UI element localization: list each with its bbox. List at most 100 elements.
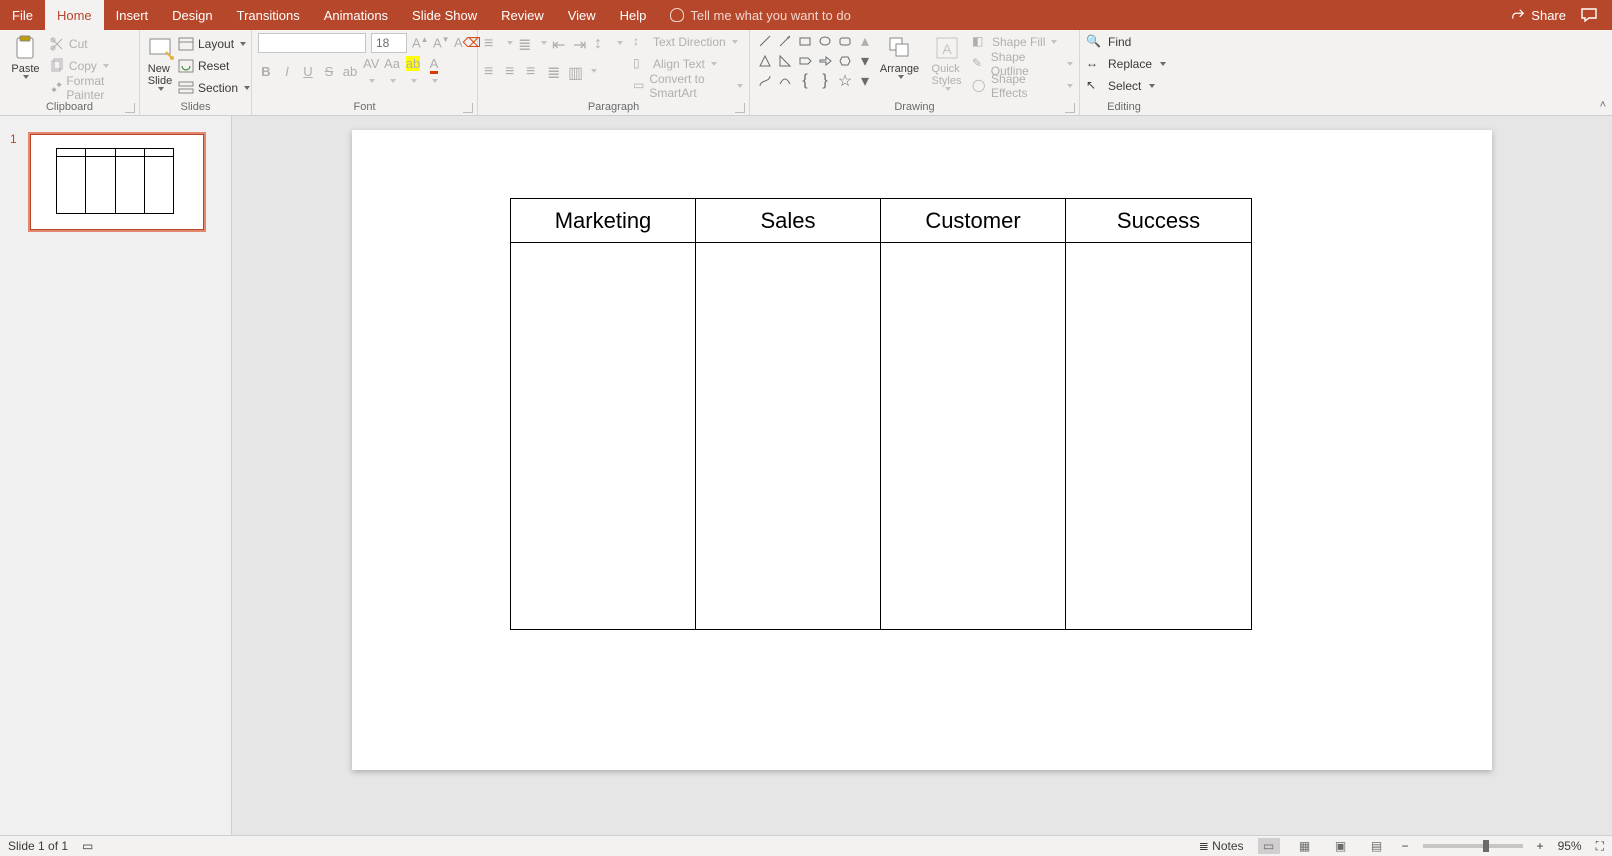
shape-rtriangle-icon[interactable] <box>776 52 794 70</box>
bullets-icon[interactable]: ≡ <box>484 35 500 51</box>
align-text-button[interactable]: ▯Align Text <box>633 54 743 74</box>
comments-icon[interactable] <box>1580 6 1598 24</box>
increase-font-icon[interactable]: A▲ <box>412 35 428 50</box>
paste-button[interactable]: Paste <box>6 32 45 98</box>
shape-roundrect-icon[interactable] <box>836 32 854 50</box>
shapes-gallery[interactable]: ▴ ▾ { } ☆ ▾ <box>756 32 874 90</box>
shape-arrow-icon[interactable] <box>816 52 834 70</box>
shape-brace-right-icon[interactable]: } <box>816 72 834 90</box>
layout-button[interactable]: Layout <box>178 34 250 54</box>
sorter-view-icon[interactable]: ▦ <box>1294 838 1316 854</box>
highlight-button[interactable]: ab <box>405 56 421 86</box>
table-header-cell[interactable]: Customer <box>881 199 1066 243</box>
slide-table[interactable]: Marketing Sales Customer Success <box>510 198 1252 630</box>
shape-curve-icon[interactable] <box>776 72 794 90</box>
decrease-font-icon[interactable]: A▼ <box>433 35 449 50</box>
shape-line-icon[interactable] <box>756 32 774 50</box>
collapse-ribbon-icon[interactable]: ˄ <box>1600 99 1606 111</box>
align-left-icon[interactable]: ≡ <box>484 63 500 79</box>
shape-connector-icon[interactable] <box>756 72 774 90</box>
shape-pentagon-icon[interactable] <box>796 52 814 70</box>
shape-hexagon-icon[interactable] <box>836 52 854 70</box>
clear-formatting-icon[interactable]: A⌫ <box>454 35 470 51</box>
zoom-out-button[interactable]: − <box>1402 839 1409 853</box>
line-spacing-icon[interactable]: ↕ <box>594 35 610 51</box>
arrange-button[interactable]: Arrange <box>878 32 921 98</box>
smartart-button[interactable]: ▭Convert to SmartArt <box>633 76 743 96</box>
find-button[interactable]: 🔍Find <box>1086 32 1166 52</box>
italic-button[interactable]: I <box>279 64 295 79</box>
numbering-icon[interactable]: ≣ <box>518 35 534 51</box>
new-slide-button[interactable]: New Slide <box>146 32 174 98</box>
gallery-up-icon[interactable]: ▴ <box>856 32 874 50</box>
select-button[interactable]: ↖Select <box>1086 76 1166 96</box>
shape-triangle-icon[interactable] <box>756 52 774 70</box>
strikethrough-button[interactable]: S <box>321 64 337 79</box>
slide-canvas-area[interactable]: Marketing Sales Customer Success <box>232 116 1612 835</box>
dialog-launcher-icon[interactable] <box>125 103 135 113</box>
tab-insert[interactable]: Insert <box>104 0 161 30</box>
shape-brace-left-icon[interactable]: { <box>796 72 814 90</box>
tab-home[interactable]: Home <box>45 0 104 30</box>
columns-icon[interactable]: ▥ <box>568 63 584 79</box>
increase-indent-icon[interactable]: ⇥ <box>573 35 589 51</box>
tell-me[interactable] <box>658 0 942 30</box>
share-button[interactable]: Share <box>1511 8 1566 23</box>
tab-transitions[interactable]: Transitions <box>225 0 312 30</box>
bold-button[interactable]: B <box>258 64 274 79</box>
table-header-cell[interactable]: Success <box>1066 199 1251 243</box>
slide[interactable]: Marketing Sales Customer Success <box>352 130 1492 770</box>
text-shadow-button[interactable]: ab <box>342 64 358 79</box>
dialog-launcher-icon[interactable] <box>735 103 745 113</box>
tell-me-input[interactable] <box>690 8 930 23</box>
reading-view-icon[interactable]: ▣ <box>1330 838 1352 854</box>
font-size-input[interactable] <box>371 33 407 53</box>
shape-arrowline-icon[interactable] <box>776 32 794 50</box>
change-case-button[interactable]: Aa <box>384 56 400 86</box>
shape-effects-button[interactable]: ◯Shape Effects <box>972 76 1073 96</box>
zoom-percent[interactable]: 95% <box>1558 839 1582 853</box>
replace-button[interactable]: ↔Replace <box>1086 54 1166 74</box>
tab-file[interactable]: File <box>0 0 45 30</box>
fit-window-icon[interactable]: ⛶ <box>1596 839 1604 854</box>
zoom-in-button[interactable]: + <box>1537 839 1544 853</box>
shape-star-icon[interactable]: ☆ <box>836 72 854 90</box>
align-right-icon[interactable]: ≡ <box>526 63 542 79</box>
tab-review[interactable]: Review <box>489 0 556 30</box>
table-body-cell[interactable] <box>1066 243 1251 629</box>
zoom-slider[interactable] <box>1423 844 1523 848</box>
tab-design[interactable]: Design <box>160 0 224 30</box>
gallery-down-icon[interactable]: ▾ <box>856 52 874 70</box>
table-body-cell[interactable] <box>881 243 1066 629</box>
table-body-cell[interactable] <box>511 243 696 629</box>
spellcheck-icon[interactable]: ▭ <box>82 839 93 853</box>
tab-help[interactable]: Help <box>608 0 659 30</box>
decrease-indent-icon[interactable]: ⇤ <box>552 35 568 51</box>
tab-view[interactable]: View <box>556 0 608 30</box>
section-button[interactable]: Section <box>178 78 250 98</box>
underline-button[interactable]: U <box>300 64 316 79</box>
slideshow-view-icon[interactable]: ▤ <box>1366 838 1388 854</box>
font-name-input[interactable] <box>258 33 366 53</box>
dialog-launcher-icon[interactable] <box>1065 103 1075 113</box>
format-painter-button[interactable]: Format Painter <box>49 78 133 98</box>
gallery-more-icon[interactable]: ▾ <box>856 72 874 90</box>
table-header-cell[interactable]: Marketing <box>511 199 696 243</box>
cut-button[interactable]: Cut <box>49 34 133 54</box>
table-body-cell[interactable] <box>696 243 881 629</box>
justify-icon[interactable]: ≣ <box>547 63 563 79</box>
shape-oval-icon[interactable] <box>816 32 834 50</box>
tab-animations[interactable]: Animations <box>312 0 400 30</box>
align-center-icon[interactable]: ≡ <box>505 63 521 79</box>
text-direction-button[interactable]: ↕Text Direction <box>633 32 743 52</box>
normal-view-icon[interactable]: ▭ <box>1258 838 1280 854</box>
zoom-slider-thumb[interactable] <box>1483 840 1489 852</box>
slide-thumbnail-1[interactable] <box>28 132 206 232</box>
character-spacing-button[interactable]: AV <box>363 56 379 86</box>
tab-slideshow[interactable]: Slide Show <box>400 0 489 30</box>
font-color-button[interactable]: A <box>426 56 442 86</box>
dialog-launcher-icon[interactable] <box>463 103 473 113</box>
shape-rect-icon[interactable] <box>796 32 814 50</box>
reset-button[interactable]: Reset <box>178 56 250 76</box>
table-header-cell[interactable]: Sales <box>696 199 881 243</box>
